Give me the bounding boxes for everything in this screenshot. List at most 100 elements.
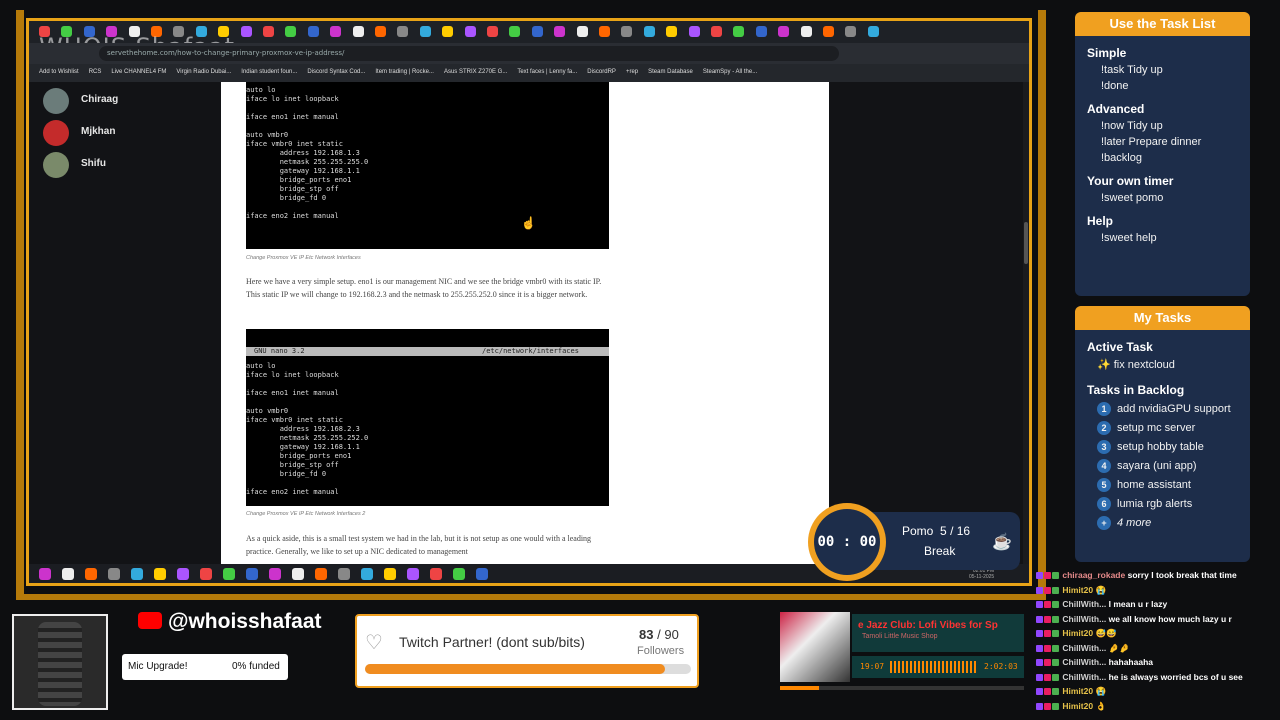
partner-count: 83 / 90 [639, 627, 679, 642]
chat-username[interactable]: ChillWith... [1062, 672, 1106, 682]
taskbar-app-icon[interactable] [384, 568, 396, 580]
taskbar-app-icon[interactable] [338, 568, 350, 580]
taskbar-app-icon[interactable] [39, 568, 51, 580]
browser-tab[interactable] [599, 26, 610, 37]
badge-icon [1044, 688, 1051, 696]
voice-user[interactable]: Mjkhan [37, 118, 217, 150]
chat-username[interactable]: Himit20 [1062, 701, 1093, 711]
badge-icon [1036, 615, 1043, 623]
taskbar-app-icon[interactable] [223, 568, 235, 580]
chat-message: ChillWith... we all know how much lazy u… [1036, 614, 1280, 629]
browser-tab[interactable] [352, 26, 364, 37]
backlog-heading: Tasks in Backlog [1087, 383, 1185, 397]
browser-tab[interactable] [375, 26, 386, 37]
browser-tab[interactable] [755, 26, 767, 37]
taskbar-app-icon[interactable] [200, 568, 212, 580]
chat-username[interactable]: Himit20 [1062, 628, 1093, 638]
track-title: e Jazz Club: Lofi Vibes for Sp [858, 620, 998, 631]
chat-message: ChillWith... I mean u r lazy [1036, 599, 1280, 614]
chat-username[interactable]: ChillWith... [1062, 657, 1106, 667]
browser-tab[interactable] [509, 26, 521, 37]
taskbar-app-icon[interactable] [246, 568, 258, 580]
browser-tab[interactable] [666, 26, 678, 37]
browser-tab[interactable] [576, 26, 588, 37]
chat-username[interactable]: Himit20 [1062, 686, 1093, 696]
taskbar-app-icon[interactable] [292, 568, 304, 580]
taskbar-app-icon[interactable] [407, 568, 419, 580]
mic-goal-funded: 0% funded [232, 661, 280, 672]
bookmark-item[interactable]: Virgin Radio Dubai... [176, 69, 231, 75]
browser-tab[interactable] [487, 26, 498, 37]
browser-tab[interactable] [554, 26, 566, 37]
chat-text: 😭 [1095, 686, 1107, 696]
browser-tab[interactable] [464, 26, 476, 37]
bookmark-item[interactable]: Indian student foun... [241, 69, 297, 75]
taskbar-app-icon[interactable] [476, 568, 488, 580]
browser-tab[interactable] [711, 26, 722, 37]
browser-tab[interactable] [263, 26, 274, 37]
browser-tab[interactable] [285, 26, 297, 37]
browser-tab[interactable] [643, 26, 655, 37]
bookmark-item[interactable]: Text faces | Lenny fa... [517, 69, 577, 75]
browser-tab[interactable] [621, 26, 633, 37]
browser-tab[interactable] [330, 26, 342, 37]
browser-tab[interactable] [442, 26, 454, 37]
chat-username[interactable]: chiraag_rokade [1062, 570, 1125, 580]
browser-tab[interactable] [531, 26, 543, 37]
browser-tab[interactable] [240, 26, 252, 37]
bookmark-item[interactable]: Item trading | Rocke... [375, 69, 434, 75]
bookmark-item[interactable]: Add to Wishlist [39, 69, 79, 75]
track-progress-fill [780, 686, 820, 690]
browser-tab[interactable] [867, 26, 879, 37]
taskbar-app-icon[interactable] [177, 568, 189, 580]
browser-tab[interactable] [688, 26, 700, 37]
taskbar-app-icon[interactable] [361, 568, 373, 580]
pomo-time: 00 : 00 [814, 509, 880, 575]
task-list-section-heading: Your own timer [1087, 174, 1174, 188]
active-task-heading: Active Task [1087, 340, 1153, 354]
bookmark-item[interactable]: Steam Database [648, 69, 693, 75]
taskbar-app-icon[interactable] [85, 568, 97, 580]
taskbar-app-icon[interactable] [269, 568, 281, 580]
bookmark-item[interactable]: DiscordRP [587, 69, 616, 75]
chat-text: we all know how much lazy u r [1108, 613, 1232, 624]
terminal-screenshot-2: GNU nano 3.2/etc/network/interfaces auto … [246, 329, 609, 506]
bookmark-item[interactable]: Live CHANNEL4 FM [111, 69, 166, 75]
chat-username[interactable]: ChillWith... [1062, 614, 1106, 624]
voice-user[interactable]: Shifu [37, 150, 217, 182]
taskbar-app-icon[interactable] [315, 568, 327, 580]
address-bar[interactable]: servethehome.com/how-to-change-primary-p… [99, 46, 839, 61]
chat-username[interactable]: ChillWith... [1062, 599, 1106, 609]
badge-icon [1044, 572, 1051, 580]
chat-text: I mean u r lazy [1108, 599, 1168, 609]
badge-icon [1036, 601, 1043, 609]
taskbar-app-icon[interactable] [453, 568, 465, 580]
browser-tab[interactable] [823, 26, 834, 37]
browser-tab[interactable] [800, 26, 812, 37]
browser-tab[interactable] [419, 26, 431, 37]
chat-username[interactable]: Himit20 [1062, 585, 1093, 595]
bookmark-item[interactable]: Asus STRIX Z270E G... [444, 69, 507, 75]
backlog-task-label: lumia rgb alerts [1117, 498, 1193, 510]
track-progress-track [780, 686, 1024, 690]
taskbar-app-icon[interactable] [131, 568, 143, 580]
bookmark-item[interactable]: +rep [626, 69, 638, 75]
chat-username[interactable]: ChillWith... [1062, 643, 1106, 653]
taskbar-app-icon[interactable] [430, 568, 442, 580]
voice-user[interactable]: Chiraag [37, 86, 217, 118]
avatar [43, 88, 69, 114]
browser-tab[interactable] [733, 26, 745, 37]
scrollbar[interactable] [1023, 82, 1029, 569]
task-number: 4 [1097, 459, 1111, 473]
browser-tab[interactable] [778, 26, 790, 37]
browser-tab[interactable] [397, 26, 409, 37]
backlog-task: 4 sayara (uni app) [1097, 459, 1250, 473]
taskbar-app-icon[interactable] [154, 568, 166, 580]
browser-tab[interactable] [307, 26, 319, 37]
taskbar-app-icon[interactable] [108, 568, 120, 580]
bookmark-item[interactable]: RCS [89, 69, 102, 75]
bookmark-item[interactable]: SteamSpy - All the... [703, 69, 757, 75]
taskbar-app-icon[interactable] [62, 568, 74, 580]
bookmark-item[interactable]: Discord Syntax Cod... [307, 69, 365, 75]
browser-tab[interactable] [845, 26, 857, 37]
